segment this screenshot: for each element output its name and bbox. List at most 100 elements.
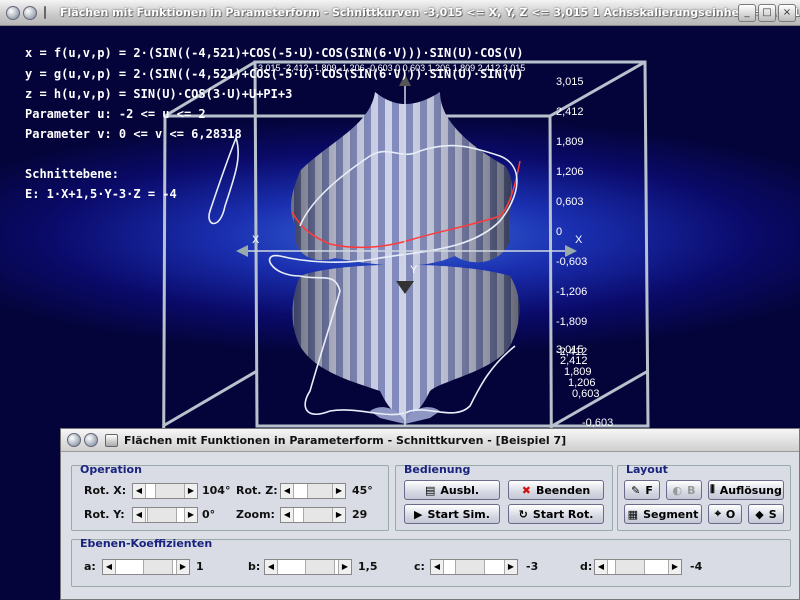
titlebar-orbs — [6, 5, 40, 20]
table-icon: ▦ — [627, 507, 639, 521]
coeff-a-left-arrow-icon[interactable]: ◀ — [103, 560, 116, 574]
formula-z: z = h(u,v,p) = SIN(U)·COS(3·U)+U+PI+3 — [25, 87, 293, 101]
zoom-thumb[interactable] — [303, 508, 333, 522]
bedienung-group: Bedienung ▤ Ausbl. ✖ Beenden ▶ Start Sim. ↻… — [395, 463, 613, 531]
x-axis-label-right: X — [575, 234, 583, 246]
coeff-b-left-arrow-icon[interactable]: ◀ — [265, 560, 278, 574]
zoom-left-arrow-icon[interactable]: ◀ — [281, 508, 294, 522]
grid-icon: ⫴ — [710, 483, 715, 496]
right-axis-tick: 2,412 — [556, 106, 584, 118]
segment-button[interactable]: ▦ Segment — [624, 504, 702, 524]
coeff-d-thumb[interactable] — [615, 560, 645, 574]
lower-right-axis-tick: 0,603 — [572, 388, 600, 400]
coeff-b-thumb[interactable] — [305, 560, 335, 574]
layout-label: Layout — [626, 463, 668, 476]
param-v: Parameter v: 0 <= v <= 6,28318 — [25, 127, 242, 141]
coeff-b-label: b: — [248, 560, 261, 573]
start-rot-button[interactable]: ↻ Start Rot. — [508, 504, 604, 524]
zoom-slider[interactable]: ◀ ▶ — [280, 507, 346, 523]
coeff-a-thumb[interactable] — [143, 560, 173, 574]
play-icon: ▶ — [414, 507, 423, 521]
coeff-c-thumb[interactable] — [455, 560, 485, 574]
coeff-a-slider[interactable]: ◀ ▶ — [102, 559, 190, 575]
ausbl-button[interactable]: ▤ Ausbl. — [404, 480, 500, 500]
window-icon — [44, 6, 46, 19]
right-axis-tick: 0 — [556, 226, 563, 238]
rot-x-left-arrow-icon[interactable]: ◀ — [133, 484, 146, 498]
rot-z-label: Rot. Z: — [236, 484, 278, 497]
panel-title: Flächen mit Funktionen in Parameterform … — [124, 433, 567, 447]
close-button[interactable]: × — [778, 4, 796, 22]
eraser-icon: ◆ — [755, 507, 764, 521]
beenden-button[interactable]: ✖ Beenden — [508, 480, 604, 500]
rot-x-value: 104° — [202, 484, 231, 497]
b-button[interactable]: ◐ B — [666, 480, 702, 500]
rot-y-slider[interactable]: ◀ ▶ — [132, 507, 198, 523]
operation-label: Operation — [80, 463, 142, 476]
rotate-icon: ↻ — [518, 507, 528, 521]
param-u: Parameter u: -2 <= u <= 2 — [25, 107, 206, 121]
panel-titlebar[interactable]: Flächen mit Funktionen in Parameterform … — [61, 429, 799, 452]
aufloesung-button[interactable]: ⫴ Auflösung — [708, 480, 784, 500]
right-axis-tick: 1,206 — [556, 166, 584, 178]
window-titlebar[interactable]: Flächen mit Funktionen in Parameterform … — [0, 0, 800, 26]
rot-z-right-arrow-icon[interactable]: ▶ — [332, 484, 345, 498]
zoom-label: Zoom: — [236, 508, 275, 521]
start-sim-button[interactable]: ▶ Start Sim. — [404, 504, 500, 524]
coeff-b-slider[interactable]: ◀ ▶ — [264, 559, 352, 575]
coeff-a-right-arrow-icon[interactable]: ▶ — [176, 560, 189, 574]
coeff-a-label: a: — [84, 560, 96, 573]
coeff-a-value: 1 — [196, 560, 204, 573]
coeff-d-left-arrow-icon[interactable]: ◀ — [595, 560, 608, 574]
coefficients-label: Ebenen-Koeffizienten — [80, 537, 213, 550]
rot-x-right-arrow-icon[interactable]: ▶ — [184, 484, 197, 498]
right-axis-tick: -1,206 — [556, 286, 588, 298]
right-axis-tick: 1,809 — [556, 136, 584, 148]
right-axis-tick: -1,809 — [556, 316, 588, 328]
plane-equation: E: 1·X+1,5·Y-3·Z = -4 — [25, 187, 177, 201]
close-x-icon: ✖ — [521, 483, 531, 497]
coeff-c-left-arrow-icon[interactable]: ◀ — [431, 560, 444, 574]
hide-icon: ▤ — [424, 483, 436, 497]
o-button[interactable]: ⌖ O — [708, 504, 742, 524]
coeff-c-label: c: — [414, 560, 425, 573]
rot-x-thumb[interactable] — [155, 484, 185, 498]
coeff-c-slider[interactable]: ◀ ▶ — [430, 559, 518, 575]
y-axis-label: Y — [410, 264, 418, 276]
bedienung-label: Bedienung — [404, 463, 471, 476]
window-title: Flächen mit Funktionen in Parameterform … — [60, 6, 800, 19]
layout-group: Layout ✎ F ◐ B ⫴ Auflösung ▦ Segment ⌖ O ◆ S — [617, 463, 791, 531]
formula-x: x = f(u,v,p) = 2·(SIN((-4,521)+COS(-5·U)… — [25, 46, 524, 60]
rot-z-value: 45° — [352, 484, 373, 497]
rot-z-left-arrow-icon[interactable]: ◀ — [281, 484, 294, 498]
rot-x-slider[interactable]: ◀ ▶ — [132, 483, 198, 499]
coeff-c-right-arrow-icon[interactable]: ▶ — [504, 560, 517, 574]
maximize-button[interactable]: □ — [758, 4, 776, 22]
x-axis-label-left: X — [252, 234, 260, 246]
rot-y-left-arrow-icon[interactable]: ◀ — [133, 508, 146, 522]
panel-orbs — [67, 433, 101, 447]
rot-y-label: Rot. Y: — [84, 508, 125, 521]
plane-title: Schnittebene: — [25, 167, 119, 181]
rot-y-thumb[interactable] — [147, 508, 177, 522]
f-button[interactable]: ✎ F — [624, 480, 660, 500]
rot-x-label: Rot. X: — [84, 484, 127, 497]
coeff-b-right-arrow-icon[interactable]: ▶ — [338, 560, 351, 574]
minimize-button[interactable]: _ — [738, 4, 756, 22]
right-axis-tick: 0,603 — [556, 196, 584, 208]
rot-y-right-arrow-icon[interactable]: ▶ — [184, 508, 197, 522]
brush-icon: ✎ — [631, 483, 641, 497]
coeff-d-right-arrow-icon[interactable]: ▶ — [668, 560, 681, 574]
s-button[interactable]: ◆ S — [748, 504, 784, 524]
coeff-b-value: 1,5 — [358, 560, 378, 573]
top-axis-ticks: -3,015 -2,412 -1,809 -1,206 -0,603 0 0,6… — [255, 63, 526, 73]
rot-y-value: 0° — [202, 508, 216, 521]
coeff-d-value: -4 — [690, 560, 703, 573]
coeff-c-value: -3 — [526, 560, 539, 573]
zoom-right-arrow-icon[interactable]: ▶ — [332, 508, 345, 522]
panel-window-icon — [105, 433, 118, 447]
coeff-d-label: d: — [580, 560, 593, 573]
right-axis-tick: 3,015 — [556, 76, 584, 88]
coeff-d-slider[interactable]: ◀ ▶ — [594, 559, 682, 575]
rot-z-slider[interactable]: ◀ ▶ — [280, 483, 346, 499]
